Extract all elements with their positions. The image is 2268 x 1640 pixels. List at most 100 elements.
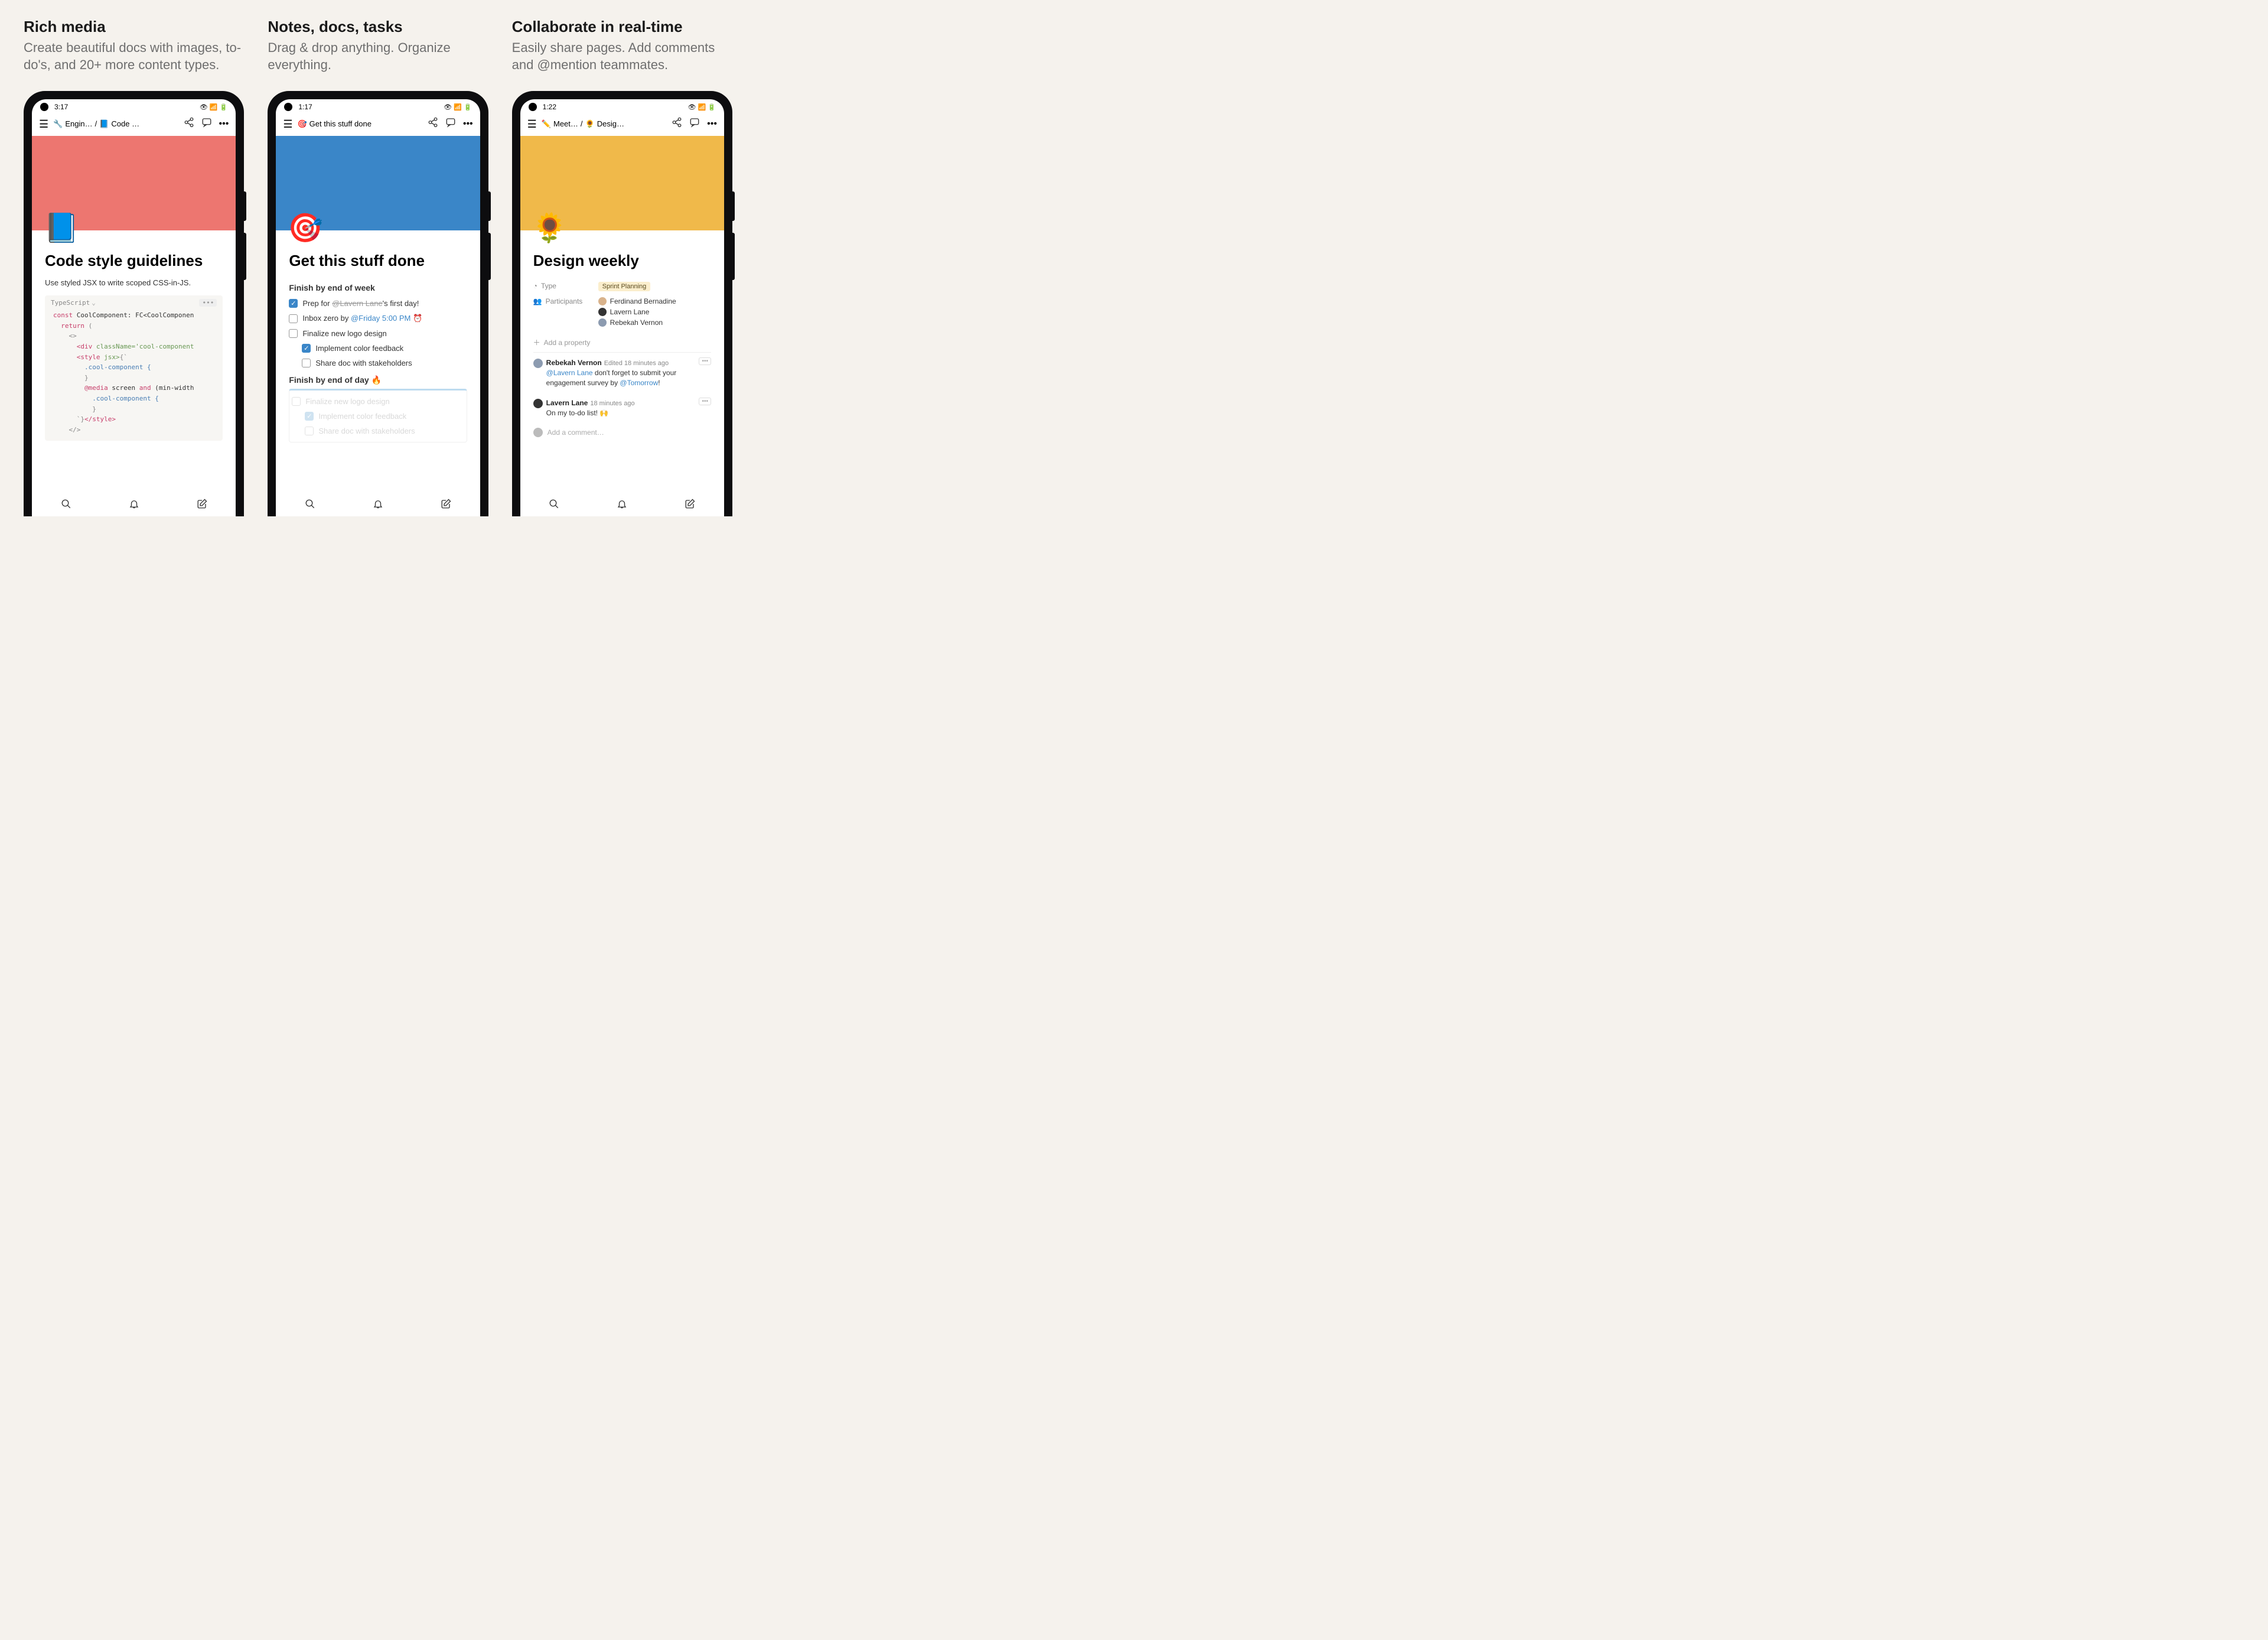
checkbox-icon: [292, 397, 301, 406]
share-icon[interactable]: [184, 117, 194, 131]
more-icon[interactable]: •••: [463, 119, 473, 129]
status-icons: 👁 📶 🔋: [688, 103, 716, 111]
share-icon[interactable]: [428, 117, 438, 131]
camera-hole: [284, 103, 292, 111]
bell-icon[interactable]: [617, 499, 627, 513]
participant[interactable]: Rebekah Vernon: [598, 318, 711, 327]
headline: Collaborate in real-time: [512, 18, 732, 36]
alarm-icon: ⏰: [413, 314, 422, 323]
search-icon[interactable]: [61, 499, 71, 513]
page-icon[interactable]: 🎯: [288, 211, 323, 245]
code-lang[interactable]: TypeScript: [51, 299, 90, 307]
comment-icon[interactable]: [201, 117, 212, 131]
drag-ghost-selection[interactable]: Finalize new logo design ✓Implement colo…: [289, 389, 467, 442]
status-icons: 👁 📶 🔋: [200, 103, 227, 111]
cover: 🌻: [520, 136, 724, 230]
clock: 1:22: [543, 103, 556, 111]
todo-item[interactable]: ✓ Prep for @Lavern Lane's first day!: [289, 296, 467, 311]
select-prop-icon: ◔: [533, 282, 537, 290]
search-icon[interactable]: [305, 499, 315, 513]
todo-item[interactable]: Finalize new logo design: [289, 326, 467, 341]
breadcrumb[interactable]: ✏️Meet… / 🌻Desig…: [542, 119, 667, 129]
checkbox-icon: [305, 427, 314, 435]
checkbox-icon[interactable]: [289, 314, 298, 323]
status-bar: 1:17 👁 📶 🔋: [276, 99, 480, 112]
bell-icon[interactable]: [129, 499, 139, 513]
clock: 3:17: [54, 103, 68, 111]
checkbox-checked-icon[interactable]: ✓: [289, 299, 298, 308]
add-property-button[interactable]: ＋Add a property: [533, 333, 711, 353]
search-icon[interactable]: [549, 499, 559, 513]
topbar: ☰ ✏️Meet… / 🌻Desig… •••: [520, 112, 724, 136]
camera-hole: [529, 103, 537, 111]
comment[interactable]: ••• Rebekah VernonEdited 18 minutes ago …: [533, 353, 711, 393]
code-block[interactable]: TypeScript⌄ ••• const CoolComponent: FC<…: [45, 295, 223, 441]
sunflower-icon: 🌻: [585, 119, 595, 129]
compose-icon[interactable]: [685, 499, 695, 513]
phone-frame: 3:17 👁 📶 🔋 ☰ 🔧Engin… / 📘Code … •••: [24, 91, 244, 516]
property-row[interactable]: 👥Participants Ferdinand Bernadine Lavern…: [533, 294, 711, 333]
status-bar: 3:17 👁 📶 🔋: [32, 99, 236, 112]
bottombar: [520, 493, 724, 516]
checkbox-icon[interactable]: [289, 329, 298, 338]
paragraph[interactable]: Use styled JSX to write scoped CSS-in-JS…: [45, 278, 223, 287]
bottombar: [276, 493, 480, 516]
checkbox-icon[interactable]: [302, 359, 311, 367]
more-icon[interactable]: •••: [707, 119, 717, 129]
bell-icon[interactable]: [373, 499, 383, 513]
comment-more-icon[interactable]: •••: [699, 357, 711, 365]
comment-more-icon[interactable]: •••: [699, 398, 711, 405]
avatar: [533, 428, 543, 437]
property-row[interactable]: ◔Type Sprint Planning: [533, 278, 711, 294]
subhead: Create beautiful docs with images, to-do…: [24, 40, 244, 73]
code-content: const CoolComponent: FC<CoolComponen ret…: [45, 310, 223, 441]
share-icon[interactable]: [672, 117, 682, 131]
more-icon[interactable]: •••: [219, 119, 229, 129]
status-icons: 👁 📶 🔋: [444, 103, 471, 111]
participant[interactable]: Ferdinand Bernadine: [598, 297, 711, 305]
todo-item[interactable]: Share doc with stakeholders: [289, 356, 467, 370]
avatar: [598, 308, 607, 316]
compose-icon[interactable]: [441, 499, 451, 513]
people-prop-icon: 👥: [533, 297, 542, 305]
checkbox-checked-icon[interactable]: ✓: [302, 344, 311, 353]
hamburger-icon[interactable]: ☰: [283, 119, 292, 129]
cover: 📘: [32, 136, 236, 230]
code-more-icon[interactable]: •••: [199, 299, 217, 307]
hamburger-icon[interactable]: ☰: [39, 119, 48, 129]
panel-notes-docs-tasks: Notes, docs, tasks Drag & drop anything.…: [268, 18, 488, 516]
camera-hole: [40, 103, 48, 111]
chevron-down-icon: ⌄: [92, 299, 96, 307]
comment-icon[interactable]: [445, 117, 456, 131]
comment-icon[interactable]: [689, 117, 700, 131]
tag-value[interactable]: Sprint Planning: [598, 282, 651, 291]
hamburger-icon[interactable]: ☰: [527, 119, 537, 129]
add-comment-input[interactable]: Add a comment…: [533, 423, 711, 442]
topbar: ☰ 🔧Engin… / 📘Code … •••: [32, 112, 236, 136]
breadcrumb[interactable]: 🔧Engin… / 📘Code …: [53, 119, 178, 129]
participant[interactable]: Lavern Lane: [598, 308, 711, 316]
phone-frame: 1:17 👁 📶 🔋 ☰ 🎯Get this stuff done •••: [268, 91, 488, 516]
breadcrumb[interactable]: 🎯Get this stuff done: [297, 119, 422, 129]
wrench-icon: 🔧: [53, 119, 63, 129]
plus-icon: ＋: [533, 337, 540, 347]
avatar: [598, 318, 607, 327]
heading[interactable]: Finish by end of week: [289, 283, 467, 292]
panel-collaborate: Collaborate in real-time Easily share pa…: [512, 18, 732, 516]
heading[interactable]: Finish by end of day 🔥: [289, 375, 467, 385]
page-icon[interactable]: 🌻: [532, 211, 568, 245]
headline: Rich media: [24, 18, 244, 36]
todo-item[interactable]: Inbox zero by @Friday 5:00 PM ⏰: [289, 311, 467, 326]
cover: 🎯: [276, 136, 480, 230]
page-icon[interactable]: 📘: [44, 211, 79, 245]
compose-icon[interactable]: [197, 499, 207, 513]
status-bar: 1:22 👁 📶 🔋: [520, 99, 724, 112]
panel-rich-media: Rich media Create beautiful docs with im…: [24, 18, 244, 516]
target-icon: 🎯: [297, 119, 307, 129]
subhead: Easily share pages. Add comments and @me…: [512, 40, 732, 73]
fire-icon: 🔥: [372, 375, 382, 385]
pencil-icon: ✏️: [542, 119, 551, 129]
todo-item[interactable]: ✓ Implement color feedback: [289, 341, 467, 356]
comment[interactable]: ••• Lavern Lane18 minutes ago On my to-d…: [533, 393, 711, 423]
phone-frame: 1:22 👁 📶 🔋 ☰ ✏️Meet… / 🌻Desig… •••: [512, 91, 732, 516]
